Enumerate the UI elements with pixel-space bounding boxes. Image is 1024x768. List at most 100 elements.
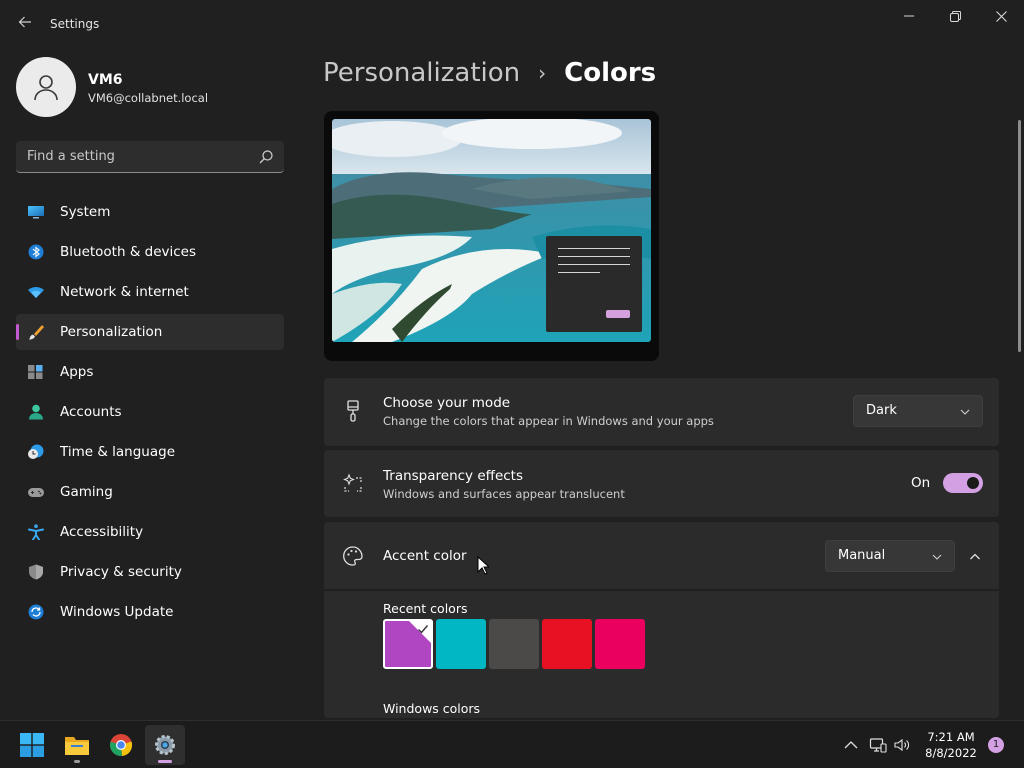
search-icon[interactable] (258, 149, 274, 165)
sidebar-item-windows-update[interactable]: Windows Update (16, 594, 284, 630)
scrollbar[interactable] (1018, 120, 1021, 352)
preview-accent-button (606, 310, 630, 318)
mode-dropdown-value: Dark (866, 403, 897, 418)
sidebar-item-label: Apps (60, 364, 94, 380)
avatar (16, 57, 76, 117)
sidebar-item-personalization[interactable]: Personalization (16, 314, 284, 350)
mode-description: Change the colors that appear in Windows… (383, 414, 714, 428)
sidebar-item-privacy-security[interactable]: Privacy & security (16, 554, 284, 590)
preview-line (558, 272, 600, 273)
network-icon[interactable] (869, 736, 887, 754)
settings-button[interactable] (145, 725, 185, 765)
color-swatch[interactable] (542, 619, 592, 669)
minimize-button[interactable] (886, 4, 932, 28)
apps-icon (28, 365, 43, 379)
mode-title: Choose your mode (383, 395, 511, 411)
brush-icon (29, 325, 44, 340)
breadcrumb-parent[interactable]: Personalization (323, 58, 520, 88)
breadcrumb: Personalization › Colors (323, 58, 656, 88)
accent-mode-value: Manual (838, 548, 886, 563)
shield-icon (29, 564, 43, 580)
file-explorer-button[interactable] (57, 725, 97, 765)
sidebar-item-label: Accessibility (60, 524, 144, 540)
collapse-button[interactable] (964, 546, 986, 568)
start-icon (20, 733, 44, 757)
taskbar: 7:21 AM 8/8/2022 1 (0, 720, 1024, 768)
accent-color-options: Recent colors Windows colors (324, 591, 999, 718)
accent-mode-dropdown[interactable]: Manual (825, 540, 955, 572)
sidebar-nav: System Bluetooth & devices Network & int… (16, 194, 284, 634)
sidebar-item-label: Windows Update (60, 604, 174, 620)
active-indicator (158, 760, 172, 763)
user-profile[interactable]: VM6 VM6@collabnet.local (16, 57, 208, 117)
title-bar: Settings (0, 0, 1024, 48)
sidebar-item-label: Personalization (60, 324, 163, 340)
chevron-down-icon (932, 554, 942, 560)
search-input[interactable] (16, 141, 256, 172)
person-icon (29, 404, 43, 420)
transparency-card: Transparency effects Windows and surface… (324, 450, 999, 517)
toggle-knob (967, 477, 979, 489)
sidebar-item-label: Network & internet (60, 284, 189, 300)
paintbrush-icon (347, 400, 359, 422)
user-email: VM6@collabnet.local (88, 91, 209, 105)
sidebar-item-bluetooth[interactable]: Bluetooth & devices (16, 234, 284, 270)
app-title: Settings (50, 17, 100, 31)
sidebar-item-network[interactable]: Network & internet (16, 274, 284, 310)
monitor-icon (28, 206, 44, 219)
update-icon (28, 604, 44, 620)
chevron-up-icon (970, 553, 980, 560)
checkmark-icon (418, 625, 429, 634)
transparency-description: Windows and surfaces appear translucent (383, 487, 625, 501)
page-title: Colors (564, 58, 657, 88)
person-icon (34, 75, 58, 101)
recent-colors-label: Recent colors (383, 601, 468, 616)
restore-button[interactable] (932, 4, 978, 28)
chrome-icon (110, 734, 133, 757)
arrow-left-icon (18, 16, 31, 28)
mouse-cursor-icon (477, 556, 489, 575)
clock-globe-icon (28, 444, 44, 459)
color-swatch[interactable] (383, 619, 433, 669)
sidebar-item-accessibility[interactable]: Accessibility (16, 514, 284, 550)
accent-color-card: Accent color Manual (324, 522, 999, 589)
preview-line (558, 264, 630, 265)
color-swatch[interactable] (489, 619, 539, 669)
close-icon (995, 10, 1007, 22)
color-swatch[interactable] (595, 619, 645, 669)
sparkle-icon (343, 473, 362, 492)
wifi-icon (28, 286, 44, 298)
chevron-up-icon[interactable] (842, 736, 860, 754)
sidebar-item-accounts[interactable]: Accounts (16, 394, 284, 430)
back-button[interactable] (14, 13, 36, 35)
sidebar-item-label: System (60, 204, 111, 220)
accent-color-title: Accent color (383, 548, 467, 564)
preview-line (558, 256, 630, 257)
clock-date: 8/8/2022 (925, 746, 977, 760)
windows-colors-label: Windows colors (383, 701, 481, 716)
bluetooth-icon (28, 244, 44, 260)
sidebar-item-label: Privacy & security (60, 564, 182, 580)
clock-time: 7:21 AM (927, 730, 975, 744)
search-box[interactable] (16, 141, 284, 173)
close-button[interactable] (978, 4, 1024, 28)
palette-icon (343, 546, 363, 566)
mode-dropdown[interactable]: Dark (853, 395, 983, 427)
running-indicator (74, 760, 80, 763)
sidebar-item-system[interactable]: System (16, 194, 284, 230)
sidebar-item-gaming[interactable]: Gaming (16, 474, 284, 510)
restore-icon (949, 10, 961, 22)
system-clock[interactable]: 7:21 AM 8/8/2022 (916, 729, 986, 761)
minimize-icon (904, 15, 914, 17)
breadcrumb-separator: › (538, 61, 547, 85)
sidebar-item-time-language[interactable]: Time & language (16, 434, 284, 470)
sidebar-item-label: Bluetooth & devices (60, 244, 197, 260)
chrome-button[interactable] (101, 725, 141, 765)
preview-window-mockup (546, 236, 642, 332)
start-button[interactable] (12, 725, 52, 765)
sidebar-item-apps[interactable]: Apps (16, 354, 284, 390)
notification-badge[interactable]: 1 (988, 737, 1004, 753)
color-swatch[interactable] (436, 619, 486, 669)
volume-icon[interactable] (893, 736, 911, 754)
transparency-toggle[interactable] (943, 473, 983, 493)
